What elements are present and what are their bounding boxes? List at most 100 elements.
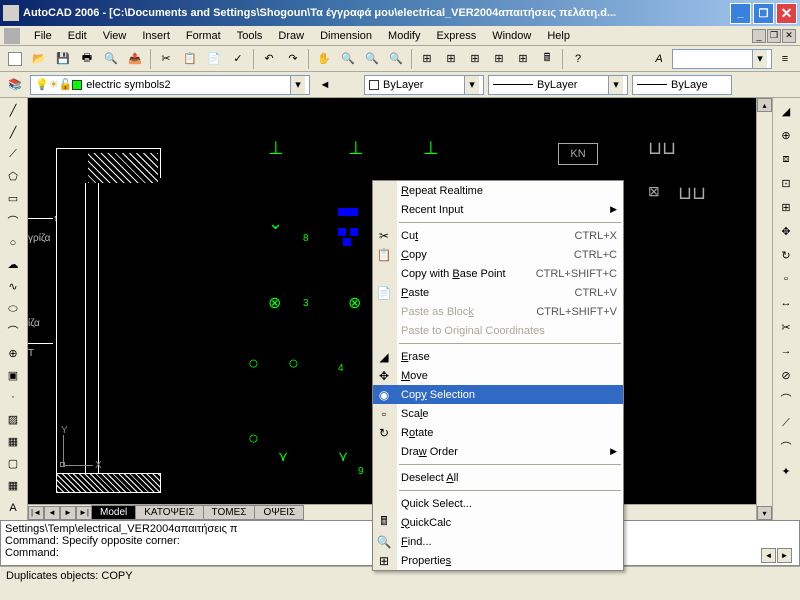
mtext-tool[interactable]: A bbox=[2, 498, 24, 518]
rectangle-tool[interactable]: ▭ bbox=[2, 188, 24, 208]
mirror-tool[interactable]: ⧈ bbox=[775, 148, 797, 170]
properties-button[interactable]: ⊞ bbox=[416, 48, 438, 70]
zoom-previous-button[interactable]: 🔍 bbox=[385, 48, 407, 70]
maximize-button[interactable]: ❐ bbox=[753, 3, 774, 24]
spline-tool[interactable]: ∿ bbox=[2, 277, 24, 297]
chamfer-tool[interactable]: ⟋ bbox=[775, 412, 797, 434]
tab-model[interactable]: Model bbox=[91, 505, 136, 520]
textstyle-combo[interactable]: ▾ bbox=[672, 49, 772, 69]
menu-modify[interactable]: Modify bbox=[380, 28, 428, 44]
gradient-tool[interactable]: ▦ bbox=[2, 432, 24, 452]
copy-button[interactable]: 📋 bbox=[179, 48, 201, 70]
table-tool[interactable]: ▦ bbox=[2, 476, 24, 496]
stretch-tool[interactable]: ↔ bbox=[775, 292, 797, 314]
ctx-rotate[interactable]: ↻Rotate bbox=[373, 423, 623, 442]
doc-close-button[interactable]: ✕ bbox=[782, 29, 796, 43]
tab-next-button[interactable]: ► bbox=[60, 506, 76, 520]
color-combo[interactable]: ByLayer ▾ bbox=[364, 75, 484, 95]
polygon-tool[interactable]: ⬠ bbox=[2, 166, 24, 186]
tab-last-button[interactable]: ►| bbox=[76, 506, 92, 520]
preview-button[interactable]: 🔍 bbox=[100, 48, 122, 70]
quickcalc-button[interactable]: 🖩 bbox=[536, 48, 558, 70]
ctx-erase[interactable]: ◢Erase bbox=[373, 347, 623, 366]
menu-file[interactable]: File bbox=[26, 28, 60, 44]
tab-first-button[interactable]: |◄ bbox=[28, 506, 44, 520]
tab-prev-button[interactable]: ◄ bbox=[44, 506, 60, 520]
insert-tool[interactable]: ⊕ bbox=[2, 343, 24, 363]
toolpalettes-button[interactable]: ⊞ bbox=[464, 48, 486, 70]
join-tool[interactable]: ⌒ bbox=[775, 388, 797, 410]
region-tool[interactable]: ▢ bbox=[2, 454, 24, 474]
ctx-copy[interactable]: 📋CopyCTRL+C bbox=[373, 245, 623, 264]
ctx-paste[interactable]: 📄PasteCTRL+V bbox=[373, 283, 623, 302]
textstyle-button[interactable]: A bbox=[648, 48, 670, 70]
ctx-properties[interactable]: ⊞Properties bbox=[373, 551, 623, 570]
ctx-move[interactable]: ✥Move bbox=[373, 366, 623, 385]
menu-format[interactable]: Format bbox=[178, 28, 229, 44]
erase-tool[interactable]: ◢ bbox=[775, 100, 797, 122]
zoom-window-button[interactable]: 🔍 bbox=[361, 48, 383, 70]
menu-dimension[interactable]: Dimension bbox=[312, 28, 380, 44]
publish-button[interactable]: 📤 bbox=[124, 48, 146, 70]
layerprops-button[interactable]: 📚 bbox=[4, 74, 26, 96]
ctx-quick-select[interactable]: Quick Select... bbox=[373, 494, 623, 513]
block-tool[interactable]: ▣ bbox=[2, 365, 24, 385]
matchprops-button[interactable]: ✓ bbox=[227, 48, 249, 70]
ellipse-tool[interactable]: ⬭ bbox=[2, 299, 24, 319]
layerprev-button[interactable]: ◄ bbox=[314, 74, 336, 96]
textalign-button[interactable]: ≡ bbox=[774, 48, 796, 70]
lineweight-combo[interactable]: ByLaye bbox=[632, 75, 732, 95]
ctx-copy-selection[interactable]: ◉Copy Selection bbox=[373, 385, 623, 404]
help-button[interactable]: ? bbox=[567, 48, 589, 70]
pan-button[interactable]: ✋ bbox=[313, 48, 335, 70]
ctx-scale[interactable]: ▫Scale bbox=[373, 404, 623, 423]
hatch-tool[interactable]: ▨ bbox=[2, 410, 24, 430]
designctr-button[interactable]: ⊞ bbox=[440, 48, 462, 70]
ctx-find[interactable]: 🔍Find... bbox=[373, 532, 623, 551]
line-tool[interactable]: ╱ bbox=[2, 100, 24, 120]
tab-layout-2[interactable]: ΤΟΜΕΣ bbox=[203, 505, 256, 520]
scale-tool[interactable]: ▫ bbox=[775, 268, 797, 290]
arc-tool[interactable]: ⌒ bbox=[2, 211, 24, 231]
ctx-draw-order[interactable]: Draw Order▶ bbox=[373, 442, 623, 461]
ctx-copy-basepoint[interactable]: Copy with Base PointCTRL+SHIFT+C bbox=[373, 264, 623, 283]
paste-button[interactable]: 📄 bbox=[203, 48, 225, 70]
new-button[interactable] bbox=[4, 48, 26, 70]
ctx-recent-input[interactable]: Recent Input▶ bbox=[373, 200, 623, 219]
copy-tool[interactable]: ⊕ bbox=[775, 124, 797, 146]
menu-tools[interactable]: Tools bbox=[229, 28, 271, 44]
rotate-tool[interactable]: ↻ bbox=[775, 244, 797, 266]
break-tool[interactable]: ⊘ bbox=[775, 364, 797, 386]
explode-tool[interactable]: ✦ bbox=[775, 460, 797, 482]
close-button[interactable]: ✕ bbox=[776, 3, 797, 24]
sheetset-button[interactable]: ⊞ bbox=[488, 48, 510, 70]
open-button[interactable]: 📂 bbox=[28, 48, 50, 70]
doc-minimize-button[interactable]: _ bbox=[752, 29, 766, 43]
cmd-scroll-right[interactable]: ► bbox=[777, 548, 792, 563]
menu-insert[interactable]: Insert bbox=[134, 28, 178, 44]
redo-button[interactable]: ↷ bbox=[282, 48, 304, 70]
xline-tool[interactable]: ╱ bbox=[2, 122, 24, 142]
save-button[interactable]: 💾 bbox=[52, 48, 74, 70]
ctx-quickcalc[interactable]: 🖩QuickCalc bbox=[373, 513, 623, 532]
point-tool[interactable]: · bbox=[2, 387, 24, 407]
menu-express[interactable]: Express bbox=[428, 28, 484, 44]
linetype-combo[interactable]: ByLayer ▾ bbox=[488, 75, 628, 95]
ellipsearc-tool[interactable]: ⌒ bbox=[2, 321, 24, 341]
trim-tool[interactable]: ✂ bbox=[775, 316, 797, 338]
pline-tool[interactable]: ⟋ bbox=[2, 144, 24, 164]
array-tool[interactable]: ⊞ bbox=[775, 196, 797, 218]
minimize-button[interactable]: _ bbox=[730, 3, 751, 24]
layer-combo[interactable]: 💡 ☀ 🔓 electric symbols2 ▾ bbox=[30, 75, 310, 95]
undo-button[interactable]: ↶ bbox=[258, 48, 280, 70]
offset-tool[interactable]: ⊡ bbox=[775, 172, 797, 194]
tab-layout-1[interactable]: ΚΑΤΟΨΕΙΣ bbox=[135, 505, 203, 520]
print-button[interactable]: 🖶 bbox=[76, 48, 98, 70]
menu-edit[interactable]: Edit bbox=[60, 28, 95, 44]
tab-layout-3[interactable]: ΟΨΕΙΣ bbox=[254, 505, 304, 520]
menu-help[interactable]: Help bbox=[539, 28, 578, 44]
menu-draw[interactable]: Draw bbox=[270, 28, 312, 44]
ctx-cut[interactable]: ✂CutCTRL+X bbox=[373, 226, 623, 245]
fillet-tool[interactable]: ⌒ bbox=[775, 436, 797, 458]
menu-window[interactable]: Window bbox=[484, 28, 539, 44]
